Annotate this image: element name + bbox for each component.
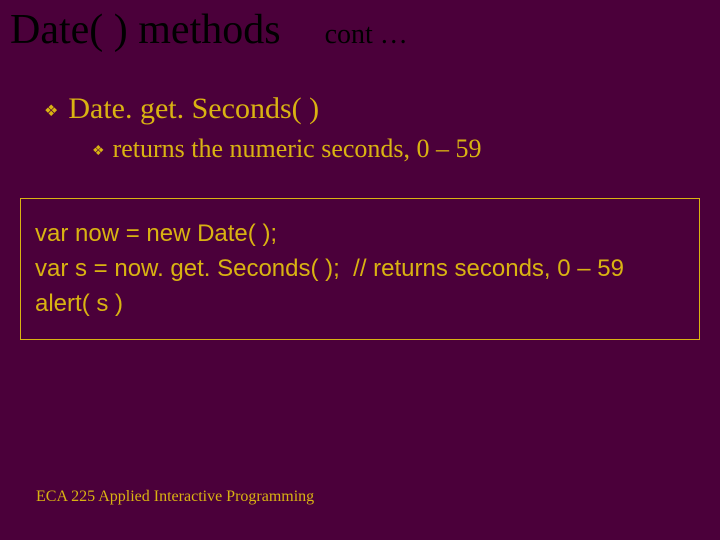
footer-text: ECA 225 Applied Interactive Programming xyxy=(36,488,314,506)
code-box: var now = new Date( ); var s = now. get.… xyxy=(20,198,700,340)
diamond-bullet-icon: ❖ xyxy=(92,143,105,160)
bullet-level-1: ❖ Date. get. Seconds( ) xyxy=(0,92,720,126)
code-line-1: var now = new Date( ); xyxy=(35,217,685,252)
slide-title: Date( ) methods xyxy=(10,8,281,52)
bullet-list: ❖ Date. get. Seconds( ) ❖ returns the nu… xyxy=(0,92,720,164)
bullet-2-text: returns the numeric seconds, 0 – 59 xyxy=(113,134,482,164)
bullet-1-text: Date. get. Seconds( ) xyxy=(68,92,319,126)
code-line-3: alert( s ) xyxy=(35,287,685,322)
slide-continuation: cont … xyxy=(325,21,408,49)
bullet-level-2: ❖ returns the numeric seconds, 0 – 59 xyxy=(0,134,720,164)
title-row: Date( ) methods cont … xyxy=(0,0,720,52)
code-line-2: var s = now. get. Seconds( ); // returns… xyxy=(35,252,685,287)
diamond-bullet-icon: ❖ xyxy=(44,101,58,121)
slide: Date( ) methods cont … ❖ Date. get. Seco… xyxy=(0,0,720,540)
